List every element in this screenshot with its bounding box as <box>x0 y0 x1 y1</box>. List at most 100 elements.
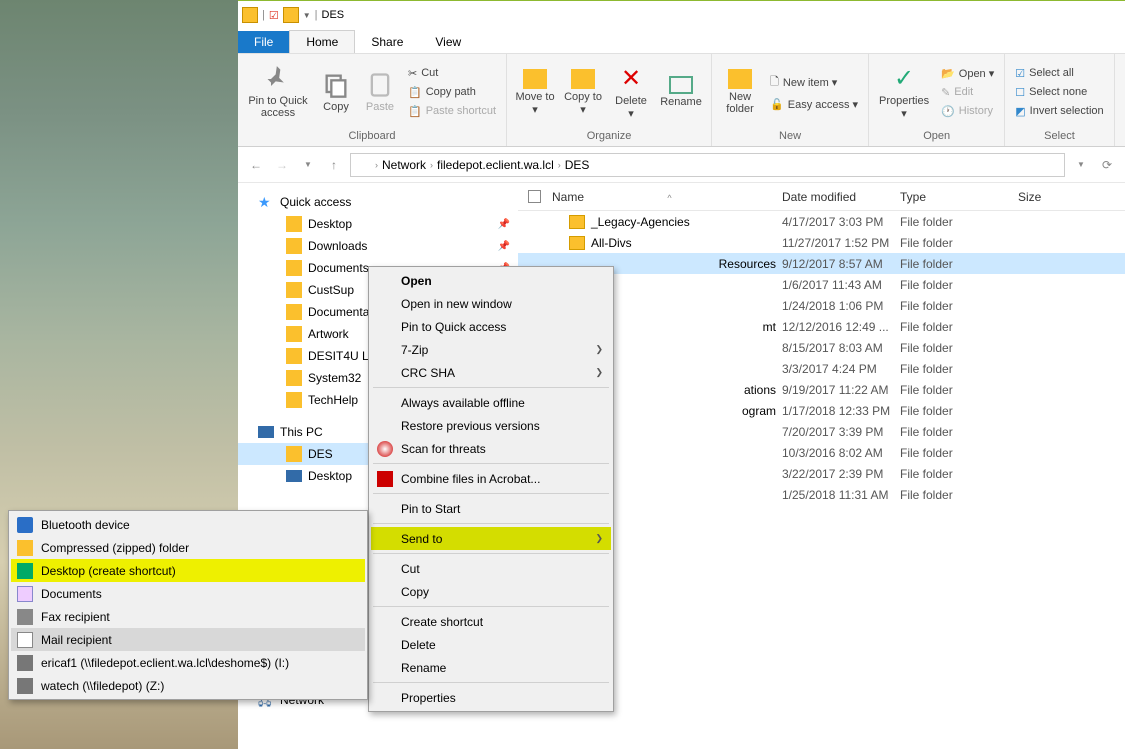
shortcut-icon: 📋 <box>408 105 422 118</box>
back-button[interactable]: ← <box>246 155 266 175</box>
dropdown-icon[interactable]: ▼ <box>303 11 311 20</box>
context-menu: Open Open in new window Pin to Quick acc… <box>368 266 614 712</box>
copy-path-button[interactable]: 📋Copy path <box>404 84 500 101</box>
chevron-icon[interactable]: › <box>558 160 561 170</box>
sendto-mail[interactable]: Mail recipient <box>11 628 365 651</box>
ctx-restore[interactable]: Restore previous versions <box>371 414 611 437</box>
col-size[interactable]: Size <box>1018 190 1078 204</box>
select-none-button[interactable]: ☐Select none <box>1011 84 1107 101</box>
move-to-button[interactable]: Move to ▾ <box>513 56 557 128</box>
ctx-pin-quick-access[interactable]: Pin to Quick access <box>371 315 611 338</box>
ribbon-tabs: File Home Share View <box>238 29 1125 53</box>
file-row[interactable]: All-Divs11/27/2017 1:52 PMFile folder <box>518 232 1125 253</box>
select-all-icon: ☑ <box>1015 67 1025 80</box>
chevron-icon[interactable]: › <box>430 160 433 170</box>
ctx-7zip[interactable]: 7-Zip❯ <box>371 338 611 361</box>
history-icon: 🕐 <box>941 105 955 118</box>
tab-view[interactable]: View <box>419 31 477 53</box>
refresh-button[interactable]: ⟳ <box>1097 155 1117 175</box>
ctx-open-new-window[interactable]: Open in new window <box>371 292 611 315</box>
nav-desktop[interactable]: Desktop📌 <box>238 213 518 235</box>
invert-selection-button[interactable]: ◩Invert selection <box>1011 103 1107 120</box>
ribbon-group-organize: Move to ▾ Copy to ▾ ✕Delete ▾ Rename Org… <box>507 54 712 146</box>
forward-button[interactable]: → <box>272 155 292 175</box>
folder-icon <box>569 215 585 229</box>
sendto-fax[interactable]: Fax recipient <box>11 605 365 628</box>
select-all-button[interactable]: ☑Select all <box>1011 65 1107 82</box>
recent-button[interactable]: ▼ <box>298 155 318 175</box>
folder-icon <box>286 238 302 254</box>
crumb-host[interactable]: filedepot.eclient.wa.lcl <box>437 158 554 172</box>
ctx-cut[interactable]: Cut <box>371 557 611 580</box>
edit-button[interactable]: ✎Edit <box>937 84 998 101</box>
sendto-desktop[interactable]: Desktop (create shortcut) <box>11 559 365 582</box>
tab-share[interactable]: Share <box>355 31 419 53</box>
sendto-drive-z[interactable]: watech (\\filedepot) (Z:) <box>11 674 365 697</box>
rename-button[interactable]: Rename <box>657 56 705 128</box>
crumb-network[interactable]: Network <box>382 158 426 172</box>
new-folder-button[interactable]: New folder <box>718 56 762 128</box>
ctx-pin-start[interactable]: Pin to Start <box>371 497 611 520</box>
copy-to-button[interactable]: Copy to ▾ <box>561 56 605 128</box>
folder-icon <box>286 326 302 342</box>
sendto-bluetooth[interactable]: Bluetooth device <box>11 513 365 536</box>
sendto-drive-i[interactable]: ericaf1 (\\filedepot.eclient.wa.lcl\desh… <box>11 651 365 674</box>
separator <box>373 463 609 464</box>
paste-shortcut-button[interactable]: 📋Paste shortcut <box>404 103 500 120</box>
folder-icon <box>355 158 371 172</box>
column-headers: Name ^ Date modified Type Size <box>518 183 1125 211</box>
file-row[interactable]: _Legacy-Agencies4/17/2017 3:03 PMFile fo… <box>518 211 1125 232</box>
acrobat-icon <box>377 471 393 487</box>
ctx-copy[interactable]: Copy <box>371 580 611 603</box>
pin-quick-access-button[interactable]: Pin to Quick access <box>244 56 312 128</box>
tab-file[interactable]: File <box>238 31 289 53</box>
send-to-submenu: Bluetooth device Compressed (zipped) fol… <box>8 510 368 700</box>
sendto-compressed[interactable]: Compressed (zipped) folder <box>11 536 365 559</box>
nav-quick-access[interactable]: ★Quick access <box>238 191 518 213</box>
open-button[interactable]: 📂Open ▾ <box>937 65 998 82</box>
tab-home[interactable]: Home <box>289 30 355 53</box>
delete-button[interactable]: ✕Delete ▾ <box>609 56 653 128</box>
cut-button[interactable]: ✂Cut <box>404 65 500 82</box>
ctx-rename[interactable]: Rename <box>371 656 611 679</box>
ctx-offline[interactable]: Always available offline <box>371 391 611 414</box>
copy-button[interactable]: Copy <box>316 56 356 128</box>
address-dropdown[interactable]: ▼ <box>1071 155 1091 175</box>
breadcrumb[interactable]: › Network › filedepot.eclient.wa.lcl › D… <box>350 153 1065 177</box>
x-icon: ✕ <box>621 64 641 93</box>
folder-icon <box>286 216 302 232</box>
new-item-button[interactable]: 🗋New item ▾ <box>766 71 862 94</box>
sendto-documents[interactable]: Documents <box>11 582 365 605</box>
ctx-delete[interactable]: Delete <box>371 633 611 656</box>
up-button[interactable]: ↑ <box>324 155 344 175</box>
ctx-properties[interactable]: Properties <box>371 686 611 709</box>
folder-icon <box>283 7 299 23</box>
drive-icon <box>17 655 33 671</box>
chevron-icon[interactable]: › <box>375 160 378 170</box>
ctx-acrobat[interactable]: Combine files in Acrobat... <box>371 467 611 490</box>
easy-icon: 🔓 <box>770 98 784 111</box>
nav-downloads[interactable]: Downloads📌 <box>238 235 518 257</box>
history-button[interactable]: 🕐History <box>937 103 998 120</box>
ctx-scan[interactable]: Scan for threats <box>371 437 611 460</box>
star-icon: ★ <box>258 194 274 210</box>
crumb-folder[interactable]: DES <box>565 158 590 172</box>
folder-icon <box>286 446 302 462</box>
properties-button[interactable]: ✓Properties ▾ <box>875 56 933 128</box>
edit-icon: ✎ <box>941 86 950 99</box>
col-type[interactable]: Type <box>900 190 1018 204</box>
separator <box>373 493 609 494</box>
easy-access-button[interactable]: 🔓Easy access ▾ <box>766 96 862 113</box>
ctx-create-shortcut[interactable]: Create shortcut <box>371 610 611 633</box>
check-icon: ✓ <box>894 64 914 93</box>
address-bar: ← → ▼ ↑ › Network › filedepot.eclient.wa… <box>238 147 1125 183</box>
ctx-open[interactable]: Open <box>371 269 611 292</box>
title-bar: | ☑ ▼ | DES <box>238 1 1125 29</box>
col-name[interactable]: Name ^ <box>550 190 782 204</box>
select-all-checkbox[interactable] <box>528 190 541 203</box>
col-date[interactable]: Date modified <box>782 190 900 204</box>
paste-button[interactable]: Paste <box>360 56 400 128</box>
ctx-crc[interactable]: CRC SHA❯ <box>371 361 611 384</box>
folder-icon <box>728 69 752 89</box>
ctx-send-to[interactable]: Send to❯ <box>371 527 611 550</box>
